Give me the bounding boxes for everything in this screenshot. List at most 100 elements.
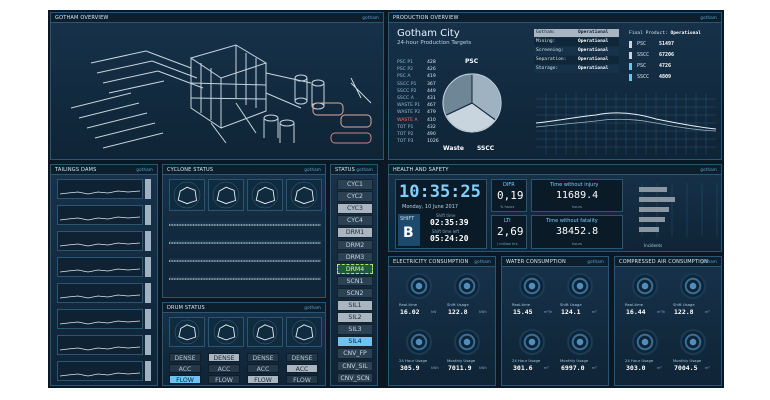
plant-3d-view[interactable] — [51, 23, 383, 159]
status-drm3-button[interactable]: DRM3 — [337, 251, 373, 263]
status-cyc3-button[interactable]: CYC3 — [337, 203, 373, 214]
status-sil3-button[interactable]: SIL3 — [337, 324, 373, 335]
consumption-value: 303.0 — [626, 364, 646, 372]
radar-gauge[interactable] — [286, 179, 322, 211]
dam-level-chart — [59, 372, 141, 377]
status-cyc2-button[interactable]: CYC2 — [337, 191, 373, 202]
no-fatality-value: 38452.8 — [556, 226, 599, 237]
silo-group — [263, 74, 325, 143]
consumption-label: 24 Hour Usage — [512, 358, 541, 363]
target-value: 431 — [427, 95, 436, 101]
dashboard-screen: GOTHAM OVERVIEW gotham PRODUCTION OVERVI… — [48, 10, 724, 388]
incidents-bar-chart[interactable] — [627, 179, 719, 249]
dam-gauge[interactable] — [57, 335, 143, 355]
status-cnv-fp-button[interactable]: CNV_FP — [337, 348, 373, 359]
consumption-unit: m³ — [705, 366, 710, 370]
consumption-label: Shift Usage — [447, 302, 469, 307]
status-sil2-button[interactable]: SIL2 — [337, 312, 373, 323]
cyclone-signal-chart[interactable] — [169, 213, 321, 295]
drum-acc-button[interactable]: ACC — [247, 364, 279, 373]
radar-gauge[interactable] — [169, 317, 205, 347]
consumption-label: Monthly Usage — [673, 358, 702, 363]
target-value: 410 — [427, 117, 436, 123]
panel-tag: gotham — [304, 305, 321, 310]
drum-acc-button[interactable]: ACC — [286, 364, 318, 373]
status-cnv-scn-button[interactable]: CNV_SCN — [337, 372, 373, 384]
panel-tag: gotham — [700, 15, 717, 20]
consumption-label: Real-time — [625, 302, 644, 307]
dam-gauge[interactable] — [57, 231, 143, 251]
dam-level-chart — [59, 268, 141, 273]
shift-time: 02:35:39 — [430, 218, 469, 227]
drum-dense-button[interactable]: DENSE — [169, 353, 201, 362]
clock-time: 10:35:25 — [399, 182, 481, 202]
signal-trace — [169, 224, 321, 280]
pie-label-sscc: SSCC — [477, 145, 495, 152]
drum-flow-button[interactable]: FLOW — [169, 375, 201, 384]
dam-gauge[interactable] — [57, 257, 143, 277]
production-trend-chart[interactable] — [536, 93, 716, 155]
difr-value: 0,19 — [497, 189, 524, 202]
consumption-label: Shift Usage — [560, 302, 582, 307]
status-drm1-button[interactable]: DRM1 — [337, 227, 373, 238]
production-pie-chart[interactable] — [441, 67, 503, 143]
panel-title: HEALTH AND SAFETY gotham — [389, 165, 721, 175]
dam-side-bar — [145, 283, 151, 303]
compressed-air-title: COMPRESSED AIR CONSUMPTION — [619, 259, 709, 265]
drum-flow-button[interactable]: FLOW — [286, 375, 318, 384]
radar-gauge[interactable] — [208, 179, 244, 211]
status-cnv-sil-button[interactable]: CNV_SIL — [337, 360, 373, 371]
status-scn1-button[interactable]: SCN1 — [337, 275, 373, 287]
status-cyc4-button[interactable]: CYC4 — [337, 215, 373, 226]
consumption-value: 15.45 — [513, 308, 533, 316]
consumption-gauge-icon — [680, 329, 706, 355]
status-sil4-button[interactable]: SIL4 — [337, 336, 373, 347]
panel-tag: gotham — [700, 259, 717, 264]
target-row: WASTE A 410 — [397, 117, 445, 124]
final-product-key: Final Product: — [629, 31, 668, 36]
drum-acc-button[interactable]: ACC — [169, 364, 201, 373]
radar-gauge[interactable] — [286, 317, 322, 347]
consumption-label: Shift Usage — [673, 302, 695, 307]
final-row: PSC 4726 — [629, 62, 715, 71]
dam-level-chart — [59, 242, 141, 247]
radar-gauge[interactable] — [247, 179, 283, 211]
dam-gauge[interactable] — [57, 309, 143, 329]
drum-dense-button[interactable]: DENSE — [286, 353, 318, 362]
radar-gauge[interactable] — [247, 317, 283, 347]
radar-plot — [252, 319, 278, 345]
consumption-unit: m³ — [592, 366, 597, 370]
status-scn2-button[interactable]: SCN2 — [337, 287, 373, 299]
panel-title: WATER CONSUMPTION gotham — [502, 257, 608, 267]
tailings-dams-title: TAILINGS DAMS — [55, 167, 97, 173]
status-cyc1-button[interactable]: CYC1 — [337, 179, 373, 190]
status-key: Mining: — [536, 39, 556, 44]
drum-flow-button[interactable]: FLOW — [247, 375, 279, 384]
dam-gauge[interactable] — [57, 283, 143, 303]
consumption-label: Monthly Usage — [447, 358, 476, 363]
consumption-unit: m³/h — [657, 310, 666, 314]
dam-gauge[interactable] — [57, 205, 143, 225]
drum-dense-button[interactable]: DENSE — [208, 353, 240, 362]
lti-value: 2,69 — [497, 225, 524, 238]
dam-gauge[interactable] — [57, 361, 143, 381]
target-value: 479 — [427, 110, 436, 116]
status-sil1-button[interactable]: SIL1 — [337, 300, 373, 311]
target-name: WASTE A — [397, 117, 418, 123]
drum-status-title: DRUM STATUS — [167, 305, 205, 311]
drum-dense-button[interactable]: DENSE — [247, 353, 279, 362]
consumption-gauge-icon — [454, 329, 480, 355]
dam-gauge[interactable] — [57, 179, 143, 199]
status-drm4-button[interactable]: DRM4 — [337, 263, 373, 275]
drum-acc-button[interactable]: ACC — [208, 364, 240, 373]
radar-gauge[interactable] — [208, 317, 244, 347]
incident-bar — [639, 207, 669, 212]
radar-gauge[interactable] — [169, 179, 205, 211]
status-title: STATUS — [335, 167, 355, 173]
drum-flow-button[interactable]: FLOW — [208, 375, 240, 384]
final-indicator — [629, 52, 632, 59]
target-row: SSCC P2 449 — [397, 88, 445, 95]
production-overview-panel: PRODUCTION OVERVIEW gotham Gotham City 24… — [388, 12, 722, 160]
status-drm2-button[interactable]: DRM2 — [337, 239, 373, 250]
panel-title: STATUS gotham — [331, 165, 377, 175]
